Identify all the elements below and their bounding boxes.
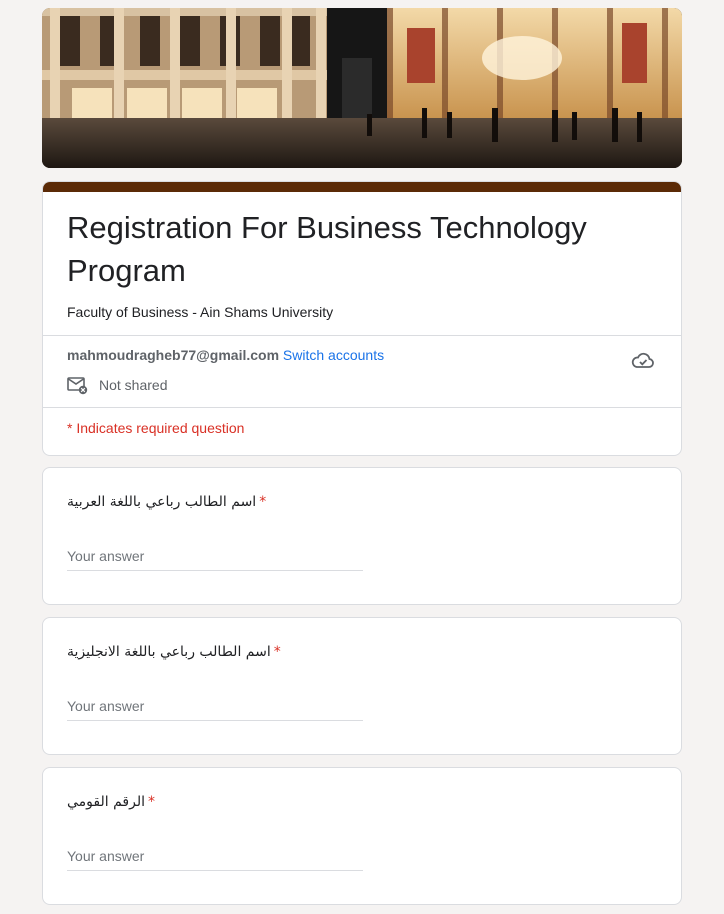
question-card-english-name: اسم الطالب رباعي باللغة الانجليزية * [42, 617, 682, 755]
question-text: اسم الطالب رباعي باللغة الانجليزية [67, 644, 271, 660]
required-asterisk: * [273, 644, 281, 660]
header-banner-image [42, 8, 682, 168]
form-description: Faculty of Business - Ain Shams Universi… [67, 304, 334, 320]
question-card-national-id: الرقم القومي * [42, 767, 682, 905]
answer-input[interactable] [67, 548, 363, 571]
account-email: mahmoudragheb77@gmail.com [67, 347, 280, 363]
question-card-arabic-name: اسم الطالب رباعي باللغة العربية * [42, 467, 682, 605]
answer-input[interactable] [67, 698, 363, 721]
answer-input[interactable] [67, 848, 363, 871]
theme-accent-bar [43, 182, 681, 192]
question-text: اسم الطالب رباعي باللغة العربية [67, 494, 257, 510]
sharing-status: Not shared [67, 375, 167, 395]
divider [43, 335, 681, 336]
question-label: اسم الطالب رباعي باللغة الانجليزية * [67, 644, 281, 660]
question-label: الرقم القومي * [67, 794, 155, 810]
divider [43, 407, 681, 408]
switch-accounts-link[interactable]: Switch accounts [283, 347, 384, 363]
not-shared-label: Not shared [99, 377, 168, 393]
question-text: الرقم القومي [67, 794, 145, 810]
mail-not-shared-icon [67, 377, 88, 395]
form-header-card: Registration For Business Technology Pro… [42, 181, 682, 456]
form-title: Registration For Business Technology Pro… [67, 210, 587, 288]
required-asterisk: * [147, 794, 155, 810]
question-label: اسم الطالب رباعي باللغة العربية * [67, 494, 266, 510]
account-row: mahmoudragheb77@gmail.com Switch account… [67, 347, 384, 363]
required-asterisk: * [259, 494, 267, 510]
required-question-note: * Indicates required question [67, 420, 245, 436]
cloud-sync-icon[interactable] [631, 350, 655, 370]
